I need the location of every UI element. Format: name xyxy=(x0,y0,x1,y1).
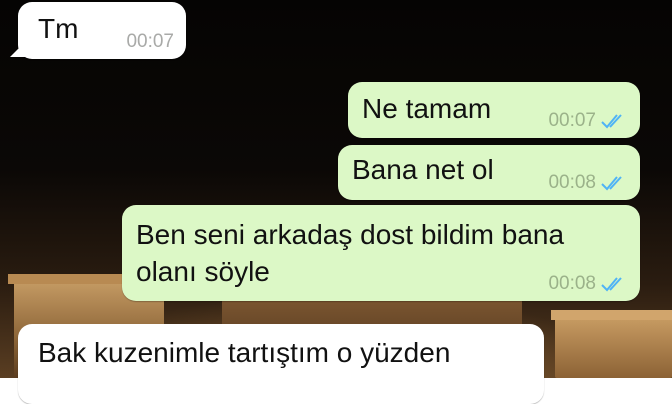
message-text: Ben seni arkadaş dost bildim bana olanı … xyxy=(136,219,565,287)
message-meta: 00:07 xyxy=(548,110,628,132)
message-bubble-outgoing[interactable]: Ben seni arkadaş dost bildim bana olanı … xyxy=(122,205,640,301)
message-time: 00:07 xyxy=(548,110,596,131)
message-bubble-incoming[interactable]: Tm 00:07 xyxy=(10,2,186,59)
message-text: Bak kuzenimle tartıştım o yüzden xyxy=(38,337,451,368)
message-time: 00:08 xyxy=(548,273,596,294)
message-time: 00:08 xyxy=(548,172,596,193)
double-check-icon xyxy=(601,114,622,129)
message-text: Tm xyxy=(38,13,79,44)
message-meta: 00:07 xyxy=(126,31,174,53)
message-text: Ne tamam xyxy=(362,93,492,124)
message-bubble-outgoing[interactable]: Ne tamam 00:07 xyxy=(348,82,640,138)
message-bubble-incoming[interactable]: Bak kuzenimle tartıştım o yüzden xyxy=(18,324,544,404)
wallpaper-temple-right xyxy=(551,310,672,378)
message-bubble-outgoing[interactable]: Bana net ol 00:08 xyxy=(338,145,640,200)
double-check-icon xyxy=(601,277,622,292)
message-time: 00:07 xyxy=(126,31,174,52)
message-text: Bana net ol xyxy=(352,154,494,185)
double-check-icon xyxy=(601,176,622,191)
message-meta: 00:08 xyxy=(548,172,628,194)
message-meta: 00:08 xyxy=(548,273,628,295)
